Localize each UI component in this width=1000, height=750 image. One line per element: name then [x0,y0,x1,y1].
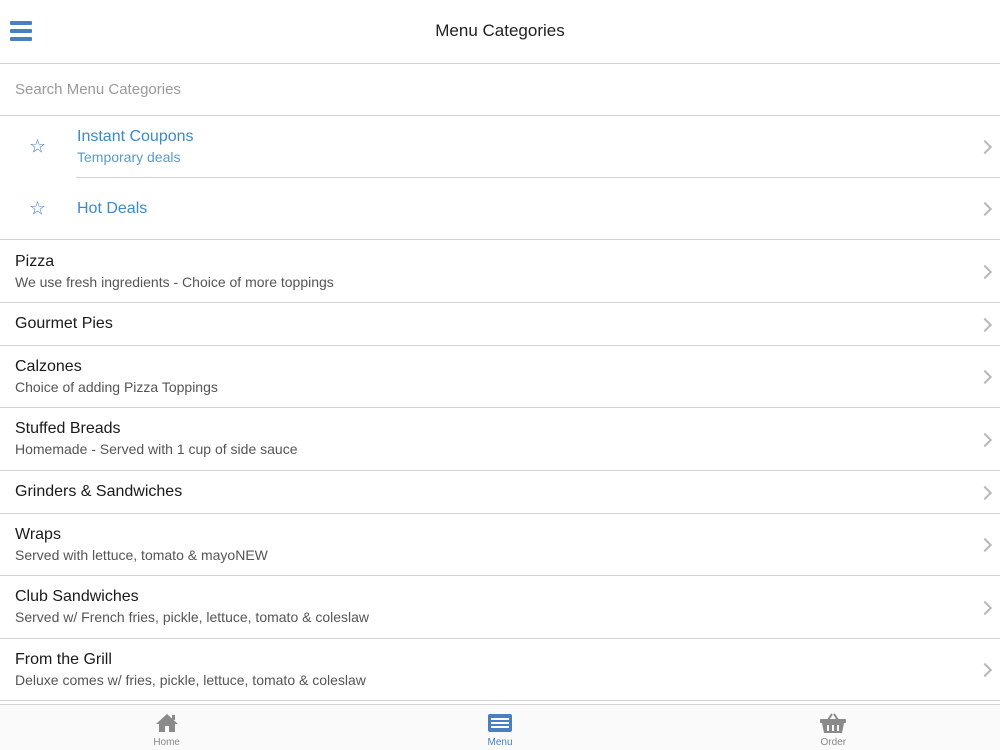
list-item-instant-coupons[interactable]: ☆ Instant Coupons Temporary deals [0,116,1000,178]
list-item-wraps[interactable]: Wraps Served with lettuce, tomato & mayo… [0,514,1000,576]
list-item-grinders-sandwiches[interactable]: Grinders & Sandwiches [0,471,1000,514]
list-item-calzones[interactable]: Calzones Choice of adding Pizza Toppings [0,346,1000,408]
home-icon [155,712,179,734]
menu-list-icon [487,712,513,734]
chevron-right-icon [977,662,993,678]
chevron-right-icon [977,139,993,155]
page-title: Menu Categories [435,20,565,40]
list-item-subtitle: We use fresh ingredients - Choice of mor… [15,274,334,290]
list-item-club-sandwiches[interactable]: Club Sandwiches Served w/ French fries, … [0,576,1000,639]
list-item-title: Wraps [15,526,61,543]
list-item-title: Instant Coupons [77,128,194,145]
chevron-right-icon [977,369,993,385]
top-bar: Menu Categories [0,0,1000,64]
list-item-gourmet-pies[interactable]: Gourmet Pies [0,303,1000,346]
divider [0,700,1000,701]
list-item-from-the-grill[interactable]: From the Grill Deluxe comes w/ fries, pi… [0,639,1000,701]
hamburger-icon[interactable] [10,21,32,41]
basket-icon [819,712,847,734]
list-item-title: Grinders & Sandwiches [15,483,183,500]
bottom-tab-bar: Home Menu Order [0,704,1000,750]
tab-label: Order [820,736,847,748]
chevron-right-icon [977,485,993,500]
search-input[interactable] [0,64,1000,115]
list-item-title: Gourmet Pies [15,315,113,332]
list-item-stuffed-breads[interactable]: Stuffed Breads Homemade - Served with 1 … [0,408,1000,471]
chevron-right-icon [977,201,993,217]
tab-home[interactable]: Home [0,705,333,750]
list-item-title: Hot Deals [77,200,148,217]
tab-menu[interactable]: Menu [333,705,666,750]
list-item-title: Stuffed Breads [15,420,121,437]
chevron-right-icon [977,264,993,279]
list-item-pizza[interactable]: Pizza We use fresh ingredients - Choice … [0,240,1000,303]
list-item-title: Pizza [15,253,55,270]
tab-label: Menu [487,736,513,748]
list-item-subtitle: Homemade - Served with 1 cup of side sau… [15,441,298,457]
search-bar [0,64,1000,116]
list-item-subtitle: Served with lettuce, tomato & mayoNEW [15,547,268,563]
list-item-subtitle: Temporary deals [77,149,181,165]
list-item-subtitle: Choice of adding Pizza Toppings [15,379,218,395]
star-icon: ☆ [29,136,47,158]
tab-label: Home [153,736,180,748]
list-item-subtitle: Served w/ French fries, pickle, lettuce,… [15,609,370,625]
star-icon: ☆ [29,198,47,220]
list-item-title: Club Sandwiches [15,588,139,605]
list-item-title: Calzones [15,358,82,375]
list-item-hot-deals[interactable]: ☆ Hot Deals [0,178,1000,240]
tab-order[interactable]: Order [667,705,1000,750]
chevron-right-icon [977,537,993,553]
list-item-subtitle: Deluxe comes w/ fries, pickle, lettuce, … [15,672,366,688]
chevron-right-icon [977,317,993,332]
chevron-right-icon [977,432,993,447]
category-list: ☆ Instant Coupons Temporary deals ☆ Hot … [0,116,1000,701]
chevron-right-icon [977,600,993,615]
list-item-title: From the Grill [15,651,112,668]
